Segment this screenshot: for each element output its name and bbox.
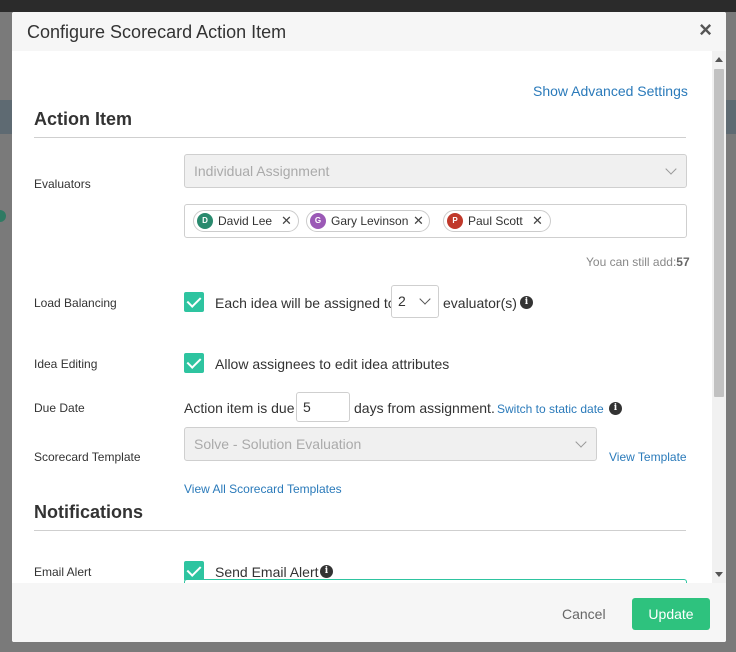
- assignee-tag: P Paul Scott ✕: [443, 210, 551, 232]
- configure-scorecard-dialog: Configure Scorecard Action Item × Show A…: [12, 12, 726, 642]
- assignee-name: David Lee: [218, 214, 273, 228]
- remaining-assignees-hint: You can still add:57: [586, 255, 690, 269]
- evaluators-per-idea-value: 2: [398, 293, 406, 309]
- view-all-scorecard-templates-link[interactable]: View All Scorecard Templates: [184, 482, 342, 496]
- notifications-section-title: Notifications: [34, 502, 144, 522]
- chevron-down-icon: [665, 163, 677, 175]
- background-left-panel: [0, 12, 12, 652]
- switch-to-static-date-link[interactable]: Switch to static date: [497, 402, 604, 416]
- remove-assignee-icon[interactable]: ✕: [413, 211, 424, 231]
- dialog-scrollbar[interactable]: [712, 51, 726, 583]
- info-icon[interactable]: i: [609, 402, 622, 415]
- assignee-name: Paul Scott: [468, 214, 523, 228]
- idea-editing-checkbox[interactable]: [184, 353, 204, 373]
- background-bottom-bar: [0, 642, 736, 652]
- update-button[interactable]: Update: [632, 598, 710, 630]
- section-divider: [34, 137, 686, 138]
- remove-assignee-icon[interactable]: ✕: [532, 211, 543, 231]
- chevron-down-icon: [575, 436, 587, 448]
- scroll-up-icon[interactable]: [715, 57, 723, 62]
- background-stripe: [0, 100, 12, 134]
- scorecard-template-value: Solve - Solution Evaluation: [194, 436, 362, 452]
- avatar: P: [447, 213, 463, 229]
- load-balancing-label: Load Balancing: [34, 296, 117, 310]
- scroll-thumb[interactable]: [714, 69, 724, 397]
- email-alert-text: Send Email Alert: [215, 564, 319, 580]
- scorecard-template-select[interactable]: Solve - Solution Evaluation: [184, 427, 597, 461]
- assignee-tag: D David Lee ✕: [193, 210, 299, 232]
- evaluators-per-idea-select[interactable]: 2: [391, 285, 439, 318]
- close-button[interactable]: ×: [699, 19, 712, 41]
- background-status-dot: [0, 210, 6, 222]
- section-divider: [34, 530, 686, 531]
- info-icon[interactable]: i: [320, 565, 333, 578]
- assignee-tag: G Gary Levinson ✕: [306, 210, 430, 232]
- dialog-body: Show Advanced Settings Action Item Evalu…: [12, 51, 726, 583]
- load-balancing-text: Each idea will be assigned to: [215, 295, 396, 311]
- remaining-count: 57: [676, 255, 690, 269]
- avatar: G: [310, 213, 326, 229]
- avatar: D: [197, 213, 213, 229]
- email-alert-checkbox[interactable]: [184, 561, 204, 581]
- remove-assignee-icon[interactable]: ✕: [281, 211, 292, 231]
- remaining-label: You can still add:: [586, 255, 677, 269]
- evaluators-label: Evaluators: [34, 177, 91, 191]
- load-balancing-checkbox[interactable]: [184, 292, 204, 312]
- dialog-title: Configure Scorecard Action Item: [27, 22, 287, 42]
- idea-editing-text: Allow assignees to edit idea attributes: [215, 356, 450, 372]
- background-top-bar: [0, 0, 736, 12]
- dialog-footer: Cancel Update: [12, 583, 726, 642]
- cancel-button[interactable]: Cancel: [562, 606, 606, 622]
- due-date-label: Due Date: [34, 401, 85, 415]
- assignment-type-value: Individual Assignment: [194, 163, 330, 179]
- load-balancing-suffix: evaluator(s): [443, 295, 517, 311]
- evaluators-tag-input[interactable]: D David Lee ✕ G Gary Levinson ✕ P Paul S…: [184, 204, 687, 238]
- scorecard-template-label: Scorecard Template: [34, 450, 141, 464]
- chevron-down-icon: [419, 293, 431, 305]
- info-icon[interactable]: i: [520, 296, 533, 309]
- idea-editing-label: Idea Editing: [34, 357, 98, 371]
- view-template-link[interactable]: View Template: [609, 450, 687, 464]
- assignee-name: Gary Levinson: [331, 214, 409, 228]
- due-date-text: Action item is due: [184, 400, 295, 416]
- background-stripe: [726, 100, 736, 134]
- due-date-suffix: days from assignment.: [354, 400, 495, 416]
- email-alert-label: Email Alert: [34, 565, 92, 579]
- assignment-type-select[interactable]: Individual Assignment: [184, 154, 687, 188]
- dialog-header: Configure Scorecard Action Item ×: [12, 12, 726, 51]
- scroll-down-icon[interactable]: [715, 572, 723, 577]
- due-days-input[interactable]: [296, 392, 350, 422]
- show-advanced-settings-link[interactable]: Show Advanced Settings: [533, 83, 688, 99]
- action-item-section-title: Action Item: [34, 109, 133, 129]
- background-right-panel: [726, 12, 736, 652]
